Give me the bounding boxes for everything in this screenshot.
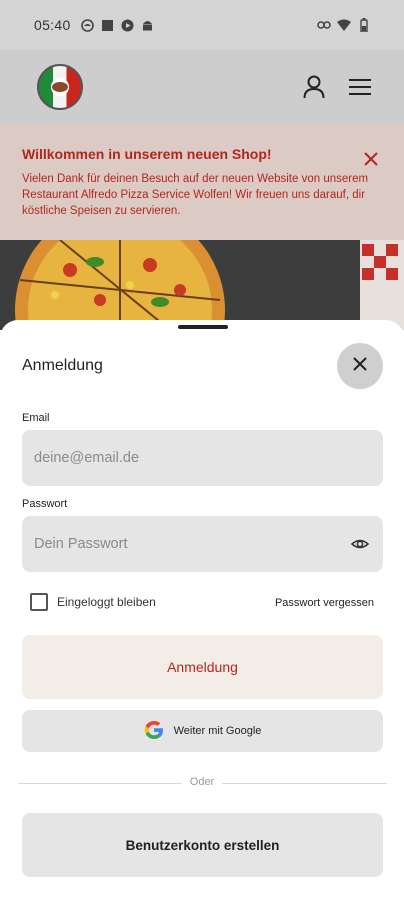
password-label: Passwort [22, 498, 68, 510]
google-login-button[interactable]: Weiter mit Google [22, 710, 383, 752]
banner-text: Vielen Dank für deinen Besuch auf der ne… [22, 173, 369, 217]
create-account-button[interactable]: Benutzerkonto erstellen [22, 813, 383, 877]
password-wrapper [22, 516, 383, 572]
login-sheet: Anmeldung Email Passwort Eingeloggt blei… [0, 320, 404, 900]
media-play-icon [121, 18, 135, 32]
email-field[interactable] [22, 430, 383, 486]
email-label: Email [22, 412, 50, 424]
pizza-illustration [0, 240, 404, 330]
remember-me-checkbox[interactable] [30, 593, 48, 611]
divider-label-wrap: Oder [0, 776, 404, 788]
forgot-password-link[interactable]: Passwort vergessen [275, 597, 374, 609]
battery-icon [357, 18, 371, 32]
header-actions [302, 75, 372, 99]
welcome-banner: Willkommen in unserem neuen Shop! Vielen… [0, 124, 404, 240]
sheet-title: Anmeldung [22, 357, 103, 374]
sheet-drag-handle[interactable] [178, 325, 228, 329]
person-icon[interactable] [302, 75, 326, 99]
remember-me-label: Eingeloggt bleiben [57, 595, 156, 609]
restaurant-logo[interactable] [37, 64, 83, 110]
close-x-icon[interactable] [362, 150, 380, 168]
remember-me-row: Eingeloggt bleiben [30, 593, 156, 611]
hero-pizza-image [0, 240, 404, 330]
wifi-icon [337, 18, 351, 32]
google-button-label: Weiter mit Google [173, 725, 262, 737]
status-right-icons [317, 18, 371, 32]
app-header [0, 50, 404, 124]
link-icon [317, 18, 331, 32]
sheet-close-button[interactable] [337, 343, 383, 389]
google-g-icon [144, 720, 164, 743]
login-button[interactable]: Anmeldung [22, 635, 383, 699]
hamburger-menu-icon[interactable] [348, 75, 372, 99]
android-icon [141, 18, 155, 32]
divider-label: Oder [181, 776, 223, 788]
status-circle-icon [81, 18, 95, 32]
password-field[interactable] [22, 516, 383, 572]
status-left-icons [81, 18, 155, 32]
banner-title: Willkommen in unserem neuen Shop! [22, 146, 272, 162]
eye-icon[interactable] [350, 535, 370, 553]
status-time: 05:40 [34, 17, 71, 33]
status-bar: 05:40 [0, 0, 404, 50]
close-x-icon [353, 356, 367, 376]
stop-square-icon [101, 18, 115, 32]
